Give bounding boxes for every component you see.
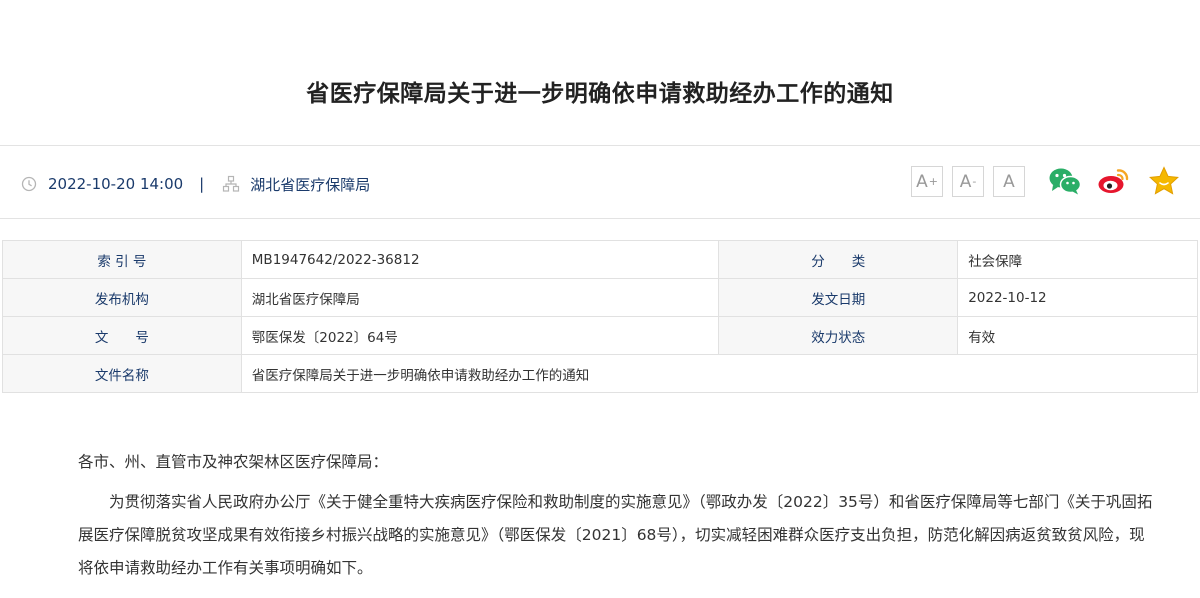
category-label: 分 类 <box>718 240 959 279</box>
document-name-label: 文件名称 <box>2 354 242 393</box>
document-name-value: 省医疗保障局关于进一步明确依申请救助经办工作的通知 <box>240 354 1199 393</box>
font-decrease-label: A <box>959 171 972 192</box>
organization-icon <box>222 175 240 193</box>
header-divider <box>0 145 1200 146</box>
font-reset-label: A <box>1003 171 1015 192</box>
meta-separator: | <box>199 175 205 193</box>
index-number-value: MB1947642/2022-36812 <box>240 240 720 279</box>
table-row: 文件名称 省医疗保障局关于进一步明确依申请救助经办工作的通知 <box>2 354 1199 393</box>
weibo-icon <box>1098 169 1129 193</box>
wechat-icon <box>1049 168 1082 195</box>
table-row: 索 引 号 MB1947642/2022-36812 分 类 社会保障 <box>2 240 1198 279</box>
article-meta: 2022-10-20 14:00 | 湖北省医疗保障局 <box>20 171 370 197</box>
share-wechat-button[interactable] <box>1048 164 1082 198</box>
index-number-label: 索 引 号 <box>2 240 242 279</box>
document-number-value: 鄂医保发〔2022〕64号 <box>240 316 720 355</box>
validity-status-label: 效力状态 <box>718 316 959 355</box>
issue-date-label: 发文日期 <box>718 278 959 317</box>
publisher-label: 发布机构 <box>2 278 242 317</box>
category-value: 社会保障 <box>957 240 1198 279</box>
table-row: 发布机构 湖北省医疗保障局 发文日期 2022-10-12 <box>2 278 1198 317</box>
page-title: 省医疗保障局关于进一步明确依申请救助经办工作的通知 <box>306 81 894 107</box>
favorite-button[interactable] <box>1147 164 1181 198</box>
font-decrease-button[interactable]: A- <box>952 166 984 197</box>
meta-divider <box>0 218 1200 219</box>
share-weibo-button[interactable] <box>1097 164 1131 198</box>
issue-date-value: 2022-10-12 <box>957 278 1198 317</box>
font-reset-button[interactable]: A <box>993 166 1025 197</box>
font-increase-label: A <box>916 171 928 192</box>
publish-datetime: 2022-10-20 14:00 <box>48 175 184 193</box>
font-decrease-mark: - <box>972 175 977 188</box>
article-body: 各市、州、直管市及神农架林区医疗保障局： 为贯彻落实省人民政府办公厅《关于健全重… <box>78 446 1158 585</box>
publisher-source: 湖北省医疗保障局 <box>250 175 371 194</box>
star-icon <box>1149 166 1179 195</box>
font-increase-button[interactable]: A + <box>911 166 943 197</box>
document-info-table: 索 引 号 MB1947642/2022-36812 分 类 社会保障 发布机构… <box>2 240 1199 393</box>
document-number-label: 文 号 <box>2 316 242 355</box>
validity-status-value: 有效 <box>957 316 1198 355</box>
font-increase-mark: + <box>928 175 938 188</box>
clock-icon <box>20 175 38 193</box>
salutation: 各市、州、直管市及神农架林区医疗保障局： <box>78 453 389 471</box>
body-paragraph: 为贯彻落实省人民政府办公厅《关于健全重特大疾病医疗保险和救助制度的实施意见》（鄂… <box>78 493 1153 577</box>
publisher-value: 湖北省医疗保障局 <box>240 278 720 317</box>
table-row: 文 号 鄂医保发〔2022〕64号 效力状态 有效 <box>2 316 1198 355</box>
